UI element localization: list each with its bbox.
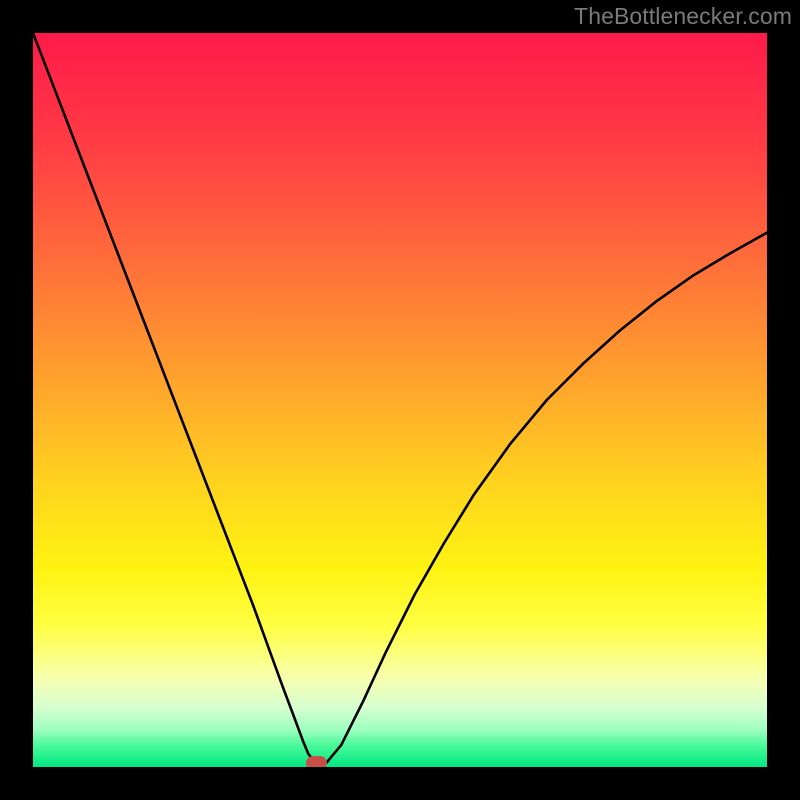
- attribution-text: TheBottlenecker.com: [574, 3, 792, 30]
- bottleneck-curve: [33, 33, 767, 767]
- plot-area: [33, 33, 767, 767]
- chart-frame: TheBottlenecker.com: [0, 0, 800, 800]
- optimal-point-marker: [306, 756, 327, 767]
